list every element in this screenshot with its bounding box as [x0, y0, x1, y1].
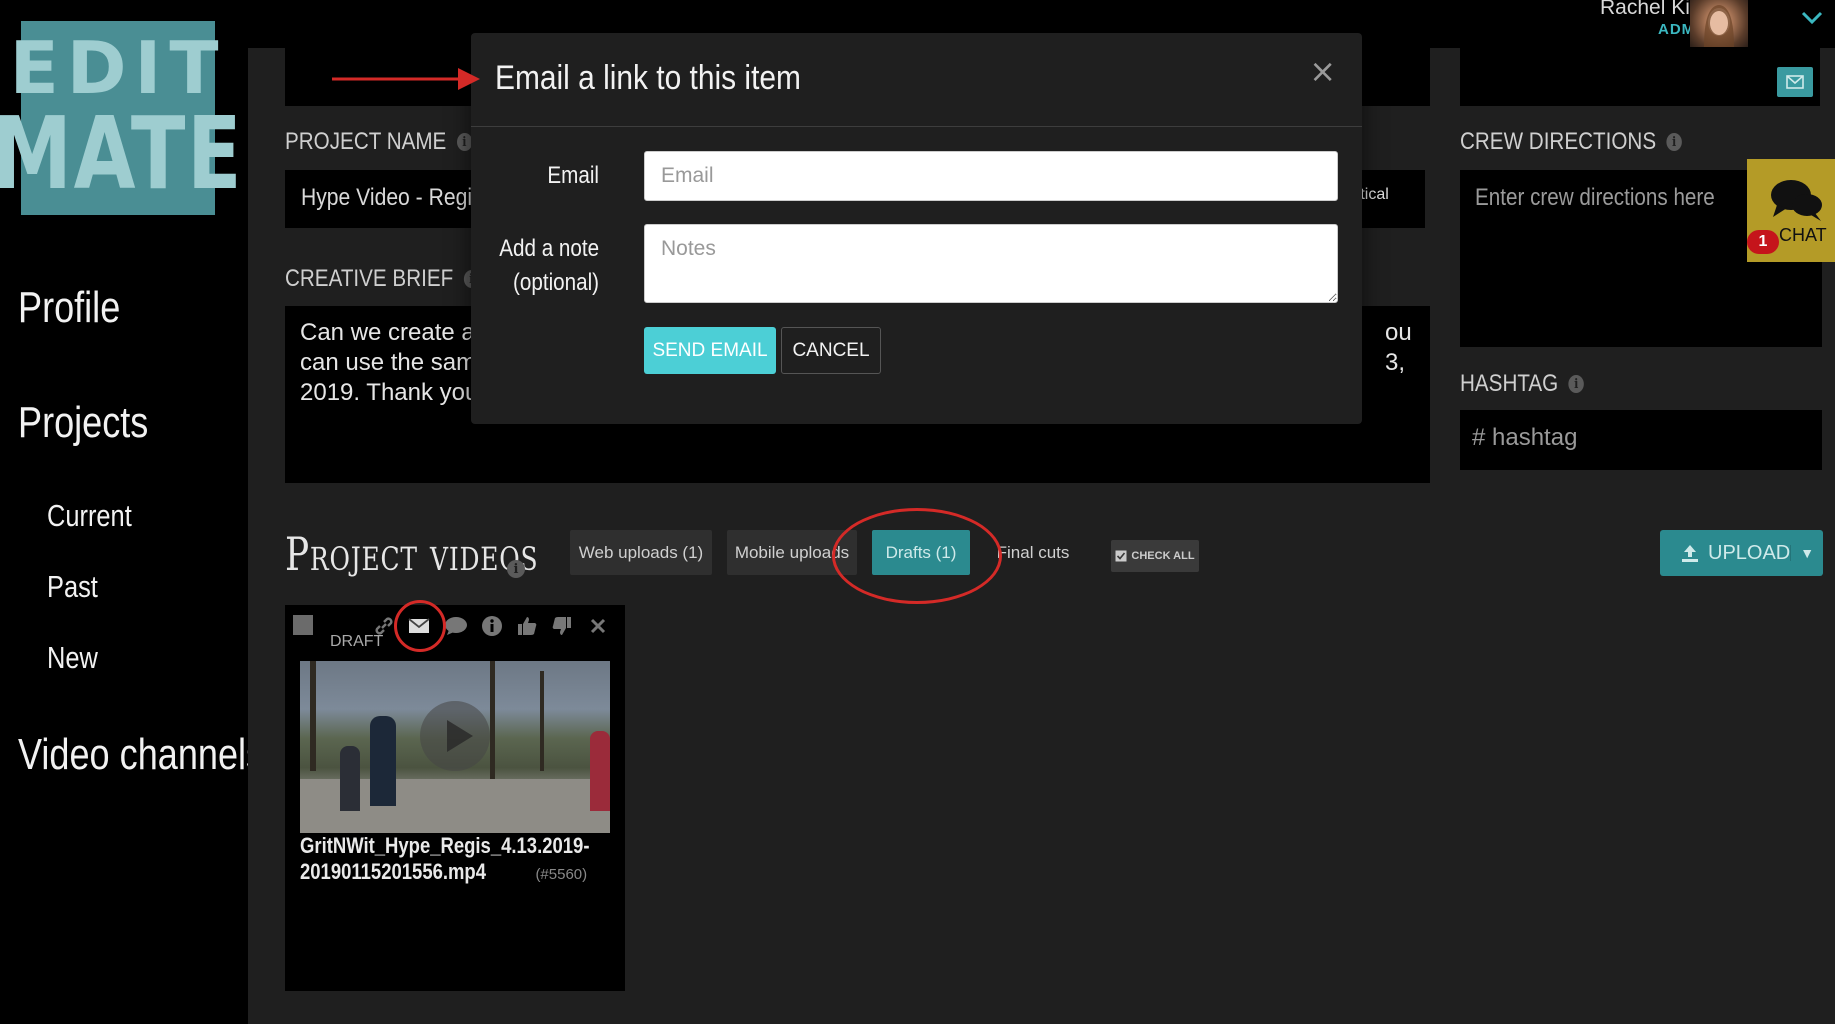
notes-input[interactable]: [644, 224, 1338, 303]
thumbs-down-icon[interactable]: [549, 613, 575, 639]
avatar[interactable]: [1690, 0, 1748, 47]
brief-right-line-1: ou: [1385, 319, 1412, 346]
top-field-right[interactable]: [1460, 48, 1820, 106]
chat-bubbles-icon: [1771, 180, 1822, 221]
email-label: Email: [471, 159, 599, 193]
video-thumbnail[interactable]: [300, 661, 610, 833]
upload-icon: [1682, 545, 1698, 562]
video-id: (#5560): [535, 866, 588, 883]
note-label: Add a note (optional): [471, 232, 599, 300]
logo-text-bottom: MATE: [0, 95, 244, 212]
upload-label: UPLOAD: [1708, 541, 1791, 564]
info-icon[interactable]: i: [1568, 375, 1585, 393]
upload-button[interactable]: UPLOAD ▼: [1660, 530, 1823, 576]
creative-brief-text-right: ou 3,: [1385, 318, 1412, 378]
thumbs-up-icon[interactable]: [514, 613, 540, 639]
email-input[interactable]: [644, 151, 1338, 201]
nav-projects[interactable]: Projects: [18, 398, 148, 448]
info-icon[interactable]: i: [1666, 133, 1682, 151]
chat-unread-badge: 1: [1747, 230, 1779, 254]
note-label-line1: Add a note: [499, 235, 599, 262]
send-email-button[interactable]: SEND EMAIL: [644, 327, 776, 374]
email-label-text: Email: [547, 162, 599, 189]
editmate-logo[interactable]: EDIT MATE: [0, 21, 242, 215]
nav-video-channels[interactable]: Video channels: [18, 730, 264, 780]
upload-dropdown-caret[interactable]: ▼: [1790, 545, 1823, 561]
video-select-checkbox[interactable]: [293, 615, 313, 635]
video-filename[interactable]: GritNWit_Hype_Regis_4.13.2019- 201901152…: [300, 833, 620, 888]
envelope-icon: [1786, 75, 1804, 89]
chevron-down-icon[interactable]: [1800, 8, 1824, 28]
crew-directions-label: CREW DIRECTIONS i: [1460, 128, 1682, 156]
crew-directions-label-text: CREW DIRECTIONS: [1460, 128, 1657, 155]
chat-button[interactable]: 1 CHAT: [1747, 159, 1835, 262]
note-label-line2: (optional): [512, 269, 599, 296]
creative-brief-label-text: CREATIVE BRIEF: [285, 265, 454, 292]
hashtag-label: HASHTAG i: [1460, 370, 1585, 398]
nav-projects-current[interactable]: Current: [47, 498, 132, 534]
project-name-value: Hype Video - Regis: [301, 184, 483, 211]
chat-label: CHAT: [1779, 225, 1827, 245]
annotation-circle-email-icon: [394, 600, 446, 652]
tab-web-uploads[interactable]: Web uploads (1): [570, 530, 712, 575]
crew-directions-placeholder: Enter crew directions here: [1475, 184, 1715, 211]
delete-icon[interactable]: [585, 613, 611, 639]
info-icon[interactable]: i: [456, 133, 473, 151]
sidebar: EDIT MATE Profile Projects Current Past …: [0, 0, 264, 1024]
info-circle-icon[interactable]: [479, 613, 505, 639]
nav-profile[interactable]: Profile: [18, 283, 120, 333]
video-card[interactable]: DRAFT GritNWit_Hype_Regis_4.13.2019- 201…: [285, 605, 625, 991]
email-link-modal: Email a link to this item × Email Add a …: [471, 33, 1362, 424]
brief-right-line-2: 3,: [1385, 349, 1406, 376]
check-all-button[interactable]: CHECK ALL: [1111, 540, 1199, 572]
upload-main[interactable]: UPLOAD: [1660, 542, 1790, 565]
project-name-label: PROJECT NAME i: [285, 128, 473, 156]
logo-text-top: EDIT: [9, 26, 227, 110]
hashtag-placeholder: # hashtag: [1472, 424, 1578, 451]
check-all-label: CHECK ALL: [1131, 550, 1195, 562]
project-name-label-text: PROJECT NAME: [285, 128, 447, 155]
hashtag-label-text: HASHTAG: [1460, 370, 1559, 397]
nav-projects-new[interactable]: New: [47, 640, 98, 676]
creative-brief-label: CREATIVE BRIEF i: [285, 265, 480, 293]
info-icon[interactable]: i: [507, 560, 525, 578]
close-icon[interactable]: ×: [1309, 55, 1336, 87]
video-filename-line2: 20190115201556.mp4: [300, 859, 487, 884]
cancel-button[interactable]: CANCEL: [781, 327, 881, 374]
hashtag-field[interactable]: # hashtag: [1460, 410, 1822, 470]
play-icon[interactable]: [420, 701, 490, 771]
avatar-portrait-icon: [1704, 5, 1734, 47]
annotation-circle-drafts-tab: [832, 508, 1002, 604]
nav-projects-past[interactable]: Past: [47, 569, 98, 605]
project-videos-title: Project videos: [285, 527, 539, 581]
comment-icon[interactable]: [443, 613, 469, 639]
annotation-arrow-icon: [332, 68, 480, 90]
video-filename-line1: GritNWit_Hype_Regis_4.13.2019-: [300, 833, 590, 858]
mini-email-button[interactable]: [1777, 67, 1813, 97]
checkbox-checked-icon: [1115, 550, 1127, 562]
modal-header: Email a link to this item ×: [471, 33, 1362, 127]
modal-title: Email a link to this item: [495, 59, 801, 97]
